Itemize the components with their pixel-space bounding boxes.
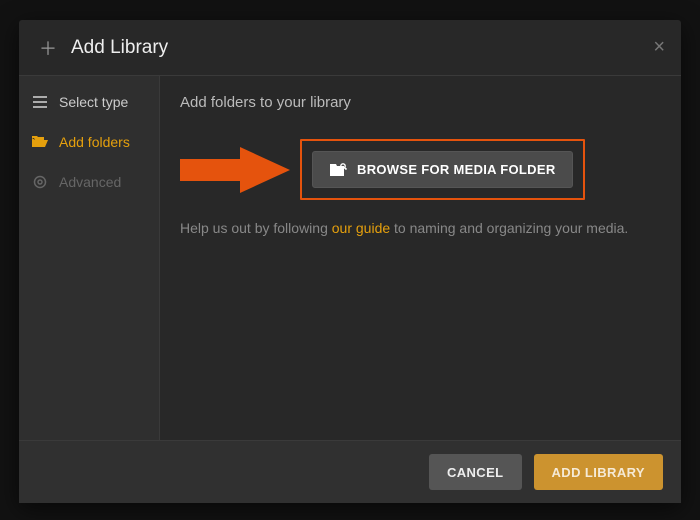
list-icon: [31, 96, 49, 108]
browse-for-media-folder-button[interactable]: BROWSE FOR MEDIA FOLDER: [312, 151, 573, 188]
content-pane: Add folders to your library: [160, 76, 681, 440]
browse-highlight-box: BROWSE FOR MEDIA FOLDER: [300, 139, 585, 200]
sidebar-item-label: Add folders: [59, 134, 130, 150]
content-heading: Add folders to your library: [180, 94, 661, 111]
browse-button-label: BROWSE FOR MEDIA FOLDER: [357, 162, 556, 177]
modal-body: Select type Add folders Advanced Add fol…: [19, 76, 681, 440]
sidebar-item-label: Select type: [59, 94, 128, 110]
close-icon[interactable]: ×: [653, 36, 665, 59]
help-text-pre: Help us out by following: [180, 220, 332, 236]
folder-search-icon: [329, 163, 347, 177]
sidebar: Select type Add folders Advanced: [19, 76, 160, 440]
sidebar-item-advanced[interactable]: Advanced: [19, 162, 159, 202]
gear-icon: [31, 175, 49, 189]
modal-title: Add Library: [71, 37, 168, 59]
help-text: Help us out by following our guide to na…: [180, 220, 661, 236]
cancel-button[interactable]: CANCEL: [429, 454, 522, 490]
sidebar-item-select-type[interactable]: Select type: [19, 82, 159, 122]
modal-footer: CANCEL ADD LIBRARY: [19, 440, 681, 503]
plus-icon: ＋: [39, 35, 57, 61]
sidebar-item-label: Advanced: [59, 174, 121, 190]
help-text-post: to naming and organizing your media.: [390, 220, 628, 236]
modal-header: ＋ Add Library ×: [19, 20, 681, 76]
add-library-button[interactable]: ADD LIBRARY: [534, 454, 663, 490]
folder-open-icon: [31, 136, 49, 148]
callout-arrow-icon: [180, 147, 300, 193]
our-guide-link[interactable]: our guide: [332, 220, 390, 236]
sidebar-item-add-folders[interactable]: Add folders: [19, 122, 159, 162]
browse-row: BROWSE FOR MEDIA FOLDER: [180, 139, 661, 200]
add-library-modal: ＋ Add Library × Select type Add folders: [19, 20, 681, 503]
